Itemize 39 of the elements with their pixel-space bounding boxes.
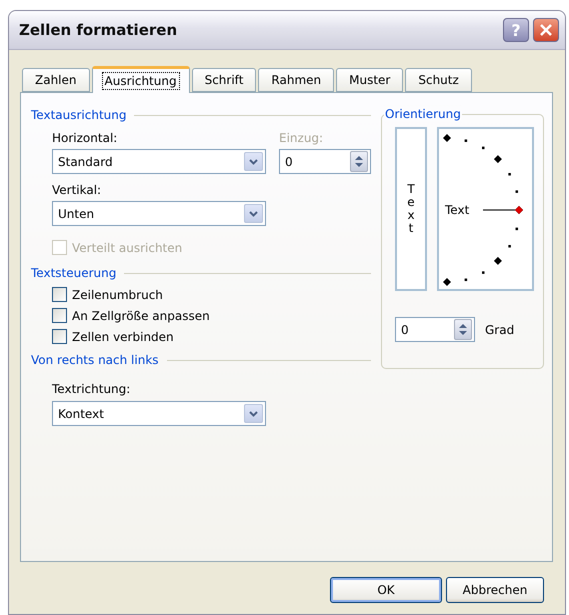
tab[interactable]: Schrift <box>192 68 256 92</box>
close-button[interactable] <box>533 18 559 42</box>
field-label: Horizontal: <box>52 131 118 145</box>
dropdown-button[interactable] <box>244 204 263 223</box>
field-label: Grad <box>485 322 514 336</box>
checkbox[interactable] <box>52 287 67 302</box>
dropdown-button[interactable] <box>244 152 263 171</box>
tab[interactable]: Muster <box>336 68 404 92</box>
checkbox-label: Zeilenumbruch <box>72 288 163 302</box>
field-label: Einzug: <box>279 131 324 145</box>
text-direction-select[interactable]: Kontext <box>52 401 266 426</box>
checkbox-label: Zellen verbinden <box>72 330 174 344</box>
field-label: Textrichtung: <box>52 382 132 396</box>
dial-text: Text <box>445 203 470 217</box>
horizontal-select[interactable]: Standard <box>52 149 266 174</box>
section-title: Textsteuerung <box>31 266 116 280</box>
section-title: Von rechts nach links <box>31 353 159 367</box>
spin-arrows-icon[interactable] <box>458 322 468 337</box>
degrees-spinner[interactable]: 0 <box>395 317 475 342</box>
spin-arrows-icon[interactable] <box>354 154 364 169</box>
tab[interactable]: Zahlen <box>22 68 90 92</box>
orientation-dial[interactable]: Text <box>437 127 534 291</box>
dialog-button[interactable]: Abbrechen <box>446 577 544 603</box>
vertical-select[interactable]: Unten <box>52 201 266 226</box>
dialog-button[interactable]: OK <box>330 577 442 603</box>
tab[interactable]: Rahmen <box>258 68 334 92</box>
checkbox-label: Verteilt ausrichten <box>72 240 182 254</box>
vertical-text-option[interactable]: Text <box>395 127 427 291</box>
checkbox[interactable] <box>52 329 67 344</box>
window-title: Zellen formatieren <box>19 21 178 39</box>
dropdown-button[interactable] <box>244 404 263 423</box>
section-title: Textausrichtung <box>31 108 126 122</box>
group-title: Orientierung <box>384 107 462 121</box>
tab[interactable]: Ausrichtung <box>92 66 190 93</box>
checkbox[interactable] <box>52 308 67 323</box>
field-label: Vertikal: <box>52 183 102 197</box>
tab[interactable]: Schutz <box>405 68 472 92</box>
checkbox-label: An Zellgröße anpassen <box>72 308 210 322</box>
close-icon[interactable] <box>539 23 553 37</box>
